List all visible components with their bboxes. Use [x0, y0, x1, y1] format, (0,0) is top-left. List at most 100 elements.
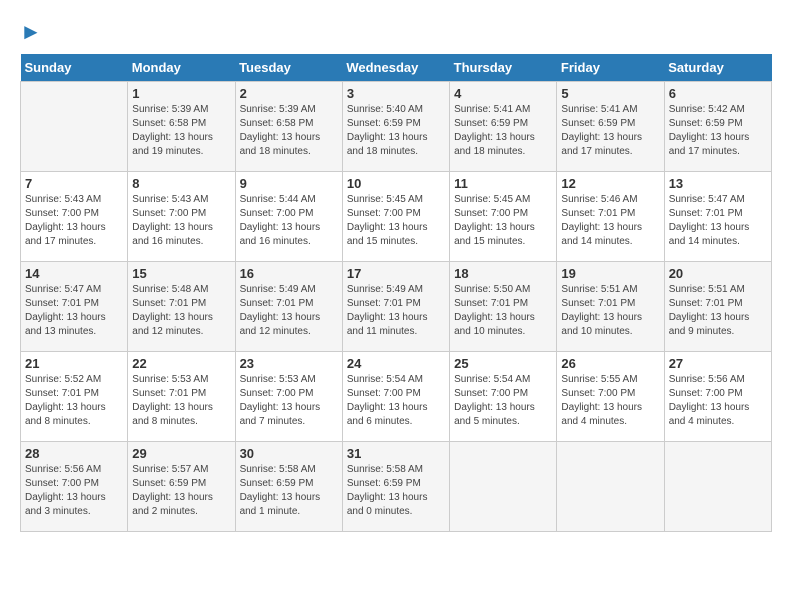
calendar-cell: 1 Sunrise: 5:39 AM Sunset: 6:58 PM Daylig… — [128, 82, 235, 172]
calendar-week-row: 7 Sunrise: 5:43 AM Sunset: 7:00 PM Daylig… — [21, 172, 772, 262]
day-info: Sunrise: 5:45 AM Sunset: 7:00 PM Dayligh… — [347, 193, 445, 249]
day-number: 4 — [454, 86, 552, 101]
calendar-cell: 9 Sunrise: 5:44 AM Sunset: 7:00 PM Daylig… — [235, 172, 342, 262]
day-number: 15 — [132, 266, 230, 281]
day-number: 8 — [132, 176, 230, 191]
day-info: Sunrise: 5:52 AM Sunset: 7:01 PM Dayligh… — [25, 373, 123, 429]
day-info: Sunrise: 5:58 AM Sunset: 6:59 PM Dayligh… — [347, 463, 445, 519]
day-info: Sunrise: 5:50 AM Sunset: 7:01 PM Dayligh… — [454, 283, 552, 339]
day-number: 14 — [25, 266, 123, 281]
day-info: Sunrise: 5:43 AM Sunset: 7:00 PM Dayligh… — [132, 193, 230, 249]
calendar-cell: 15 Sunrise: 5:48 AM Sunset: 7:01 PM Dayli… — [128, 262, 235, 352]
day-number: 5 — [561, 86, 659, 101]
calendar-cell: 12Sunrise: 5:46 AM Sunset: 7:01 PM Dayli… — [557, 172, 664, 262]
logo-bird-icon: ► — [20, 19, 42, 44]
day-info: Sunrise: 5:56 AM Sunset: 7:00 PM Dayligh… — [669, 373, 767, 429]
day-number: 30 — [240, 446, 338, 461]
calendar-cell: 30 Sunrise: 5:58 AM Sunset: 6:59 PM Dayli… — [235, 442, 342, 532]
day-info: Sunrise: 5:47 AM Sunset: 7:01 PM Dayligh… — [669, 193, 767, 249]
day-info: Sunrise: 5:56 AM Sunset: 7:00 PM Dayligh… — [25, 463, 123, 519]
calendar-cell — [21, 82, 128, 172]
day-number: 19 — [561, 266, 659, 281]
day-info: Sunrise: 5:42 AM Sunset: 6:59 PM Dayligh… — [669, 103, 767, 159]
day-number: 11 — [454, 176, 552, 191]
calendar-table: SundayMondayTuesdayWednesdayThursdayFrid… — [20, 54, 772, 532]
day-number: 18 — [454, 266, 552, 281]
day-info: Sunrise: 5:49 AM Sunset: 7:01 PM Dayligh… — [347, 283, 445, 339]
calendar-cell — [557, 442, 664, 532]
day-info: Sunrise: 5:54 AM Sunset: 7:00 PM Dayligh… — [347, 373, 445, 429]
day-info: Sunrise: 5:41 AM Sunset: 6:59 PM Dayligh… — [454, 103, 552, 159]
day-info: Sunrise: 5:53 AM Sunset: 7:01 PM Dayligh… — [132, 373, 230, 429]
calendar-cell: 13 Sunrise: 5:47 AM Sunset: 7:01 PM Dayli… — [664, 172, 771, 262]
calendar-cell: 11 Sunrise: 5:45 AM Sunset: 7:00 PM Dayli… — [450, 172, 557, 262]
day-info: Sunrise: 5:47 AM Sunset: 7:01 PM Dayligh… — [25, 283, 123, 339]
calendar-cell: 20 Sunrise: 5:51 AM Sunset: 7:01 PM Dayli… — [664, 262, 771, 352]
calendar-cell: 22 Sunrise: 5:53 AM Sunset: 7:01 PM Dayli… — [128, 352, 235, 442]
day-info: Sunrise: 5:43 AM Sunset: 7:00 PM Dayligh… — [25, 193, 123, 249]
day-info: Sunrise: 5:58 AM Sunset: 6:59 PM Dayligh… — [240, 463, 338, 519]
header-saturday: Saturday — [664, 54, 771, 82]
calendar-week-row: 14 Sunrise: 5:47 AM Sunset: 7:01 PM Dayli… — [21, 262, 772, 352]
logo-text: ► — [20, 20, 42, 44]
calendar-cell: 27 Sunrise: 5:56 AM Sunset: 7:00 PM Dayli… — [664, 352, 771, 442]
calendar-cell: 24 Sunrise: 5:54 AM Sunset: 7:00 PM Dayli… — [342, 352, 449, 442]
day-number: 24 — [347, 356, 445, 371]
day-number: 16 — [240, 266, 338, 281]
calendar-week-row: 28 Sunrise: 5:56 AM Sunset: 7:00 PM Dayli… — [21, 442, 772, 532]
calendar-cell — [450, 442, 557, 532]
calendar-cell: 23 Sunrise: 5:53 AM Sunset: 7:00 PM Dayli… — [235, 352, 342, 442]
day-info: Sunrise: 5:51 AM Sunset: 7:01 PM Dayligh… — [561, 283, 659, 339]
day-number: 17 — [347, 266, 445, 281]
day-number: 7 — [25, 176, 123, 191]
day-number: 3 — [347, 86, 445, 101]
day-number: 26 — [561, 356, 659, 371]
logo: ► — [20, 20, 42, 44]
header-monday: Monday — [128, 54, 235, 82]
header-sunday: Sunday — [21, 54, 128, 82]
day-info: Sunrise: 5:53 AM Sunset: 7:00 PM Dayligh… — [240, 373, 338, 429]
day-info: Sunrise: 5:48 AM Sunset: 7:01 PM Dayligh… — [132, 283, 230, 339]
calendar-week-row: 1 Sunrise: 5:39 AM Sunset: 6:58 PM Daylig… — [21, 82, 772, 172]
calendar-cell: 14 Sunrise: 5:47 AM Sunset: 7:01 PM Dayli… — [21, 262, 128, 352]
day-number: 31 — [347, 446, 445, 461]
day-info: Sunrise: 5:39 AM Sunset: 6:58 PM Dayligh… — [240, 103, 338, 159]
day-number: 25 — [454, 356, 552, 371]
header-wednesday: Wednesday — [342, 54, 449, 82]
calendar-cell: 10 Sunrise: 5:45 AM Sunset: 7:00 PM Dayli… — [342, 172, 449, 262]
day-number: 22 — [132, 356, 230, 371]
calendar-cell: 4 Sunrise: 5:41 AM Sunset: 6:59 PM Daylig… — [450, 82, 557, 172]
calendar-week-row: 21Sunrise: 5:52 AM Sunset: 7:01 PM Dayli… — [21, 352, 772, 442]
calendar-cell: 18 Sunrise: 5:50 AM Sunset: 7:01 PM Dayli… — [450, 262, 557, 352]
header-friday: Friday — [557, 54, 664, 82]
day-number: 10 — [347, 176, 445, 191]
calendar-cell: 16 Sunrise: 5:49 AM Sunset: 7:01 PM Dayli… — [235, 262, 342, 352]
day-info: Sunrise: 5:55 AM Sunset: 7:00 PM Dayligh… — [561, 373, 659, 429]
day-info: Sunrise: 5:49 AM Sunset: 7:01 PM Dayligh… — [240, 283, 338, 339]
header-tuesday: Tuesday — [235, 54, 342, 82]
calendar-cell: 5Sunrise: 5:41 AM Sunset: 6:59 PM Daylig… — [557, 82, 664, 172]
day-number: 9 — [240, 176, 338, 191]
day-number: 12 — [561, 176, 659, 191]
day-number: 27 — [669, 356, 767, 371]
day-info: Sunrise: 5:40 AM Sunset: 6:59 PM Dayligh… — [347, 103, 445, 159]
day-number: 6 — [669, 86, 767, 101]
day-number: 28 — [25, 446, 123, 461]
calendar-cell — [664, 442, 771, 532]
calendar-cell: 28 Sunrise: 5:56 AM Sunset: 7:00 PM Dayli… — [21, 442, 128, 532]
day-info: Sunrise: 5:39 AM Sunset: 6:58 PM Dayligh… — [132, 103, 230, 159]
day-number: 13 — [669, 176, 767, 191]
day-info: Sunrise: 5:57 AM Sunset: 6:59 PM Dayligh… — [132, 463, 230, 519]
day-info: Sunrise: 5:45 AM Sunset: 7:00 PM Dayligh… — [454, 193, 552, 249]
calendar-cell: 3 Sunrise: 5:40 AM Sunset: 6:59 PM Daylig… — [342, 82, 449, 172]
day-number: 23 — [240, 356, 338, 371]
calendar-cell: 21Sunrise: 5:52 AM Sunset: 7:01 PM Dayli… — [21, 352, 128, 442]
day-info: Sunrise: 5:44 AM Sunset: 7:00 PM Dayligh… — [240, 193, 338, 249]
day-number: 20 — [669, 266, 767, 281]
calendar-cell: 29Sunrise: 5:57 AM Sunset: 6:59 PM Dayli… — [128, 442, 235, 532]
calendar-cell: 8 Sunrise: 5:43 AM Sunset: 7:00 PM Daylig… — [128, 172, 235, 262]
calendar-cell: 26 Sunrise: 5:55 AM Sunset: 7:00 PM Dayli… — [557, 352, 664, 442]
calendar-cell: 17 Sunrise: 5:49 AM Sunset: 7:01 PM Dayli… — [342, 262, 449, 352]
day-number: 1 — [132, 86, 230, 101]
day-info: Sunrise: 5:51 AM Sunset: 7:01 PM Dayligh… — [669, 283, 767, 339]
